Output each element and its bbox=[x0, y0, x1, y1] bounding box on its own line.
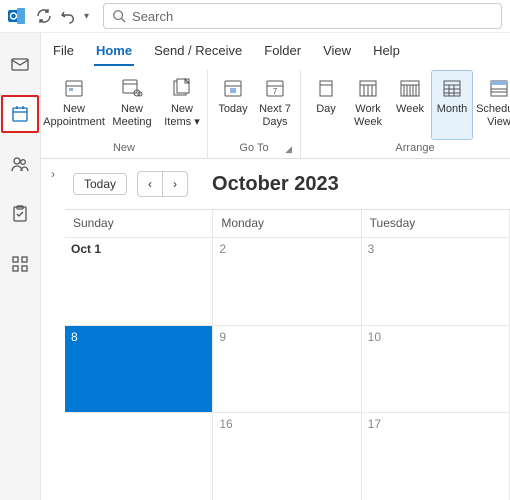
calendar-cell[interactable]: 3 bbox=[362, 238, 510, 326]
rail-people[interactable] bbox=[1, 145, 39, 183]
week-view-button[interactable]: Week bbox=[389, 70, 431, 140]
new-appointment-button[interactable]: New Appointment bbox=[45, 70, 103, 140]
day-header-tuesday: Tuesday bbox=[362, 210, 510, 238]
calendar-cell[interactable]: 10 bbox=[362, 326, 510, 414]
tab-send-receive[interactable]: Send / Receive bbox=[152, 39, 244, 66]
undo-icon[interactable] bbox=[60, 8, 76, 24]
people-icon bbox=[11, 155, 29, 173]
month-icon bbox=[441, 75, 463, 101]
new-meeting-button[interactable]: New Meeting bbox=[103, 70, 161, 140]
month-view-button[interactable]: Month bbox=[431, 70, 473, 140]
calendar-cell[interactable] bbox=[65, 413, 213, 500]
tab-help[interactable]: Help bbox=[371, 39, 402, 66]
calendar-cell-selected[interactable]: 8 bbox=[65, 326, 213, 414]
tab-view[interactable]: View bbox=[321, 39, 353, 66]
menu-bar: File Home Send / Receive Folder View Hel… bbox=[41, 33, 510, 66]
next-month-button[interactable]: › bbox=[162, 171, 188, 197]
new-items-button[interactable]: New Items ▾ bbox=[161, 70, 203, 140]
mail-icon bbox=[11, 55, 29, 73]
new-items-icon bbox=[171, 75, 193, 101]
calendar-cell[interactable]: 16 bbox=[213, 413, 361, 500]
schedule-view-button[interactable]: Schedule View bbox=[473, 70, 510, 140]
workweek-icon bbox=[357, 75, 379, 101]
calendar-today-button[interactable]: Today bbox=[73, 173, 127, 195]
next7days-button[interactable]: 7 Next 7 Days bbox=[254, 70, 296, 140]
tab-file[interactable]: File bbox=[51, 39, 76, 66]
sync-icon[interactable] bbox=[36, 8, 52, 24]
month-label: October 2023 bbox=[212, 173, 339, 196]
meeting-icon bbox=[121, 75, 143, 101]
svg-text:7: 7 bbox=[273, 87, 278, 96]
calendar-cell[interactable]: Oct 1 bbox=[65, 238, 213, 326]
calendar-cell[interactable]: 2 bbox=[213, 238, 361, 326]
prev-month-button[interactable]: ‹ bbox=[137, 171, 162, 197]
rail-calendar[interactable] bbox=[1, 95, 39, 133]
schedule-icon bbox=[488, 75, 510, 101]
rail-apps[interactable] bbox=[1, 245, 39, 283]
tasks-icon bbox=[11, 205, 29, 223]
week-icon bbox=[399, 75, 421, 101]
appointment-icon bbox=[63, 75, 85, 101]
group-label-goto: Go To bbox=[239, 142, 268, 154]
day-icon bbox=[315, 75, 337, 101]
calendar-cell[interactable]: 17 bbox=[362, 413, 510, 500]
calendar-icon bbox=[11, 105, 29, 123]
ribbon: New Appointment New Meeting New Items ▾ … bbox=[41, 66, 510, 159]
day-header-sunday: Sunday bbox=[65, 210, 213, 238]
day-header-monday: Monday bbox=[213, 210, 361, 238]
calendar-cell[interactable]: 9 bbox=[213, 326, 361, 414]
rail-tasks[interactable] bbox=[1, 195, 39, 233]
apps-icon bbox=[11, 255, 29, 273]
search-placeholder: Search bbox=[132, 9, 173, 24]
goto-today-button[interactable]: Today bbox=[212, 70, 254, 140]
outlook-logo-icon bbox=[8, 7, 26, 25]
workweek-view-button[interactable]: Work Week bbox=[347, 70, 389, 140]
expand-pane-button[interactable]: › bbox=[41, 159, 65, 500]
group-label-arrange: Arrange bbox=[395, 142, 434, 154]
search-input[interactable]: Search bbox=[103, 3, 502, 29]
goto-launcher-icon[interactable]: ◢ bbox=[285, 144, 292, 155]
search-icon bbox=[112, 9, 126, 23]
group-label-new: New bbox=[113, 142, 135, 154]
day-view-button[interactable]: Day bbox=[305, 70, 347, 140]
tab-home[interactable]: Home bbox=[94, 39, 134, 66]
next7-icon: 7 bbox=[264, 75, 286, 101]
left-rail bbox=[0, 33, 41, 500]
customize-dropdown-icon[interactable]: ▾ bbox=[84, 11, 89, 22]
today-icon bbox=[222, 75, 244, 101]
rail-mail[interactable] bbox=[1, 45, 39, 83]
tab-folder[interactable]: Folder bbox=[262, 39, 303, 66]
